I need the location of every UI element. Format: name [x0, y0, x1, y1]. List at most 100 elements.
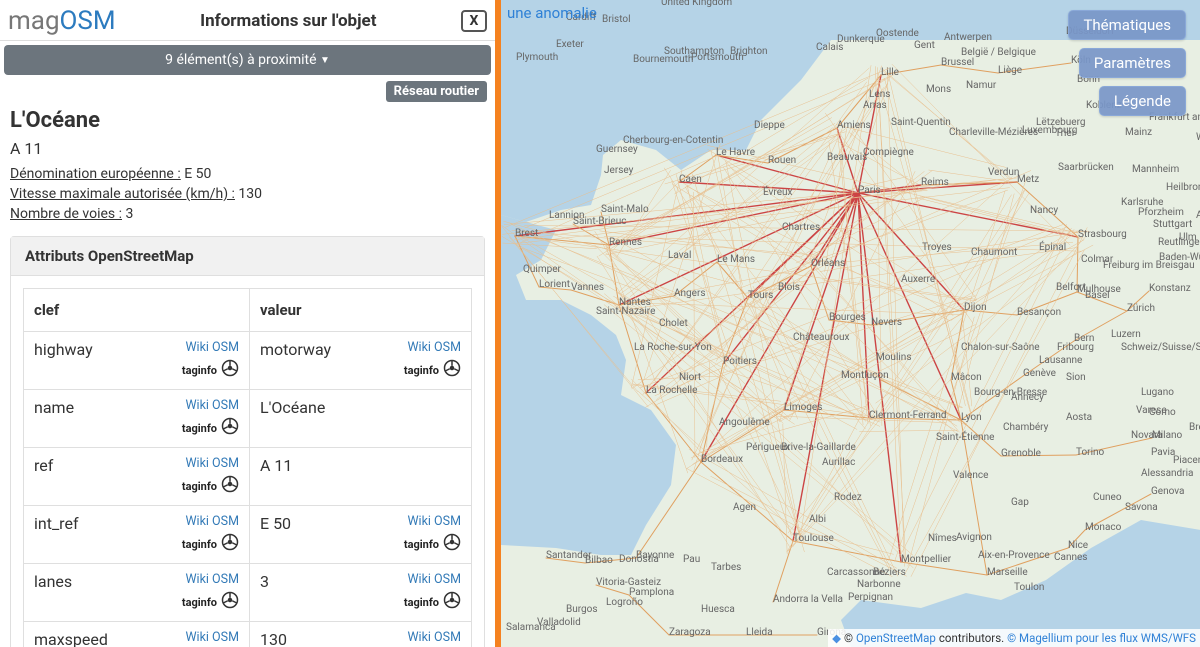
map-viewport[interactable]: ParisBordeauxToulouseNantesRennesBrestCa… [501, 0, 1200, 647]
city-label: Saint-Malo [601, 204, 649, 215]
table-row: ref Wiki OSM taginfo A 11 [24, 448, 472, 506]
city-label: Orléans [811, 258, 845, 269]
wiki-osm-link[interactable]: Wiki OSM [185, 398, 239, 413]
steering-wheel-icon[interactable] [221, 475, 239, 497]
city-label: Luzern [1111, 329, 1141, 340]
panel-content[interactable]: L'Océane A 11 Dénomination européenne : … [0, 108, 495, 647]
city-label: Mainz [1125, 127, 1152, 138]
city-label: Andorra la Vella [773, 594, 843, 605]
osm-link[interactable]: OpenStreetMap [856, 631, 936, 645]
steering-wheel-icon[interactable] [443, 533, 461, 555]
wiki-osm-link[interactable]: Wiki OSM [185, 340, 239, 355]
city-label: Calais [816, 42, 843, 53]
city-label: Laval [668, 250, 691, 261]
city-label: Rouen [768, 155, 796, 166]
city-label: Tours [748, 290, 773, 301]
steering-wheel-icon[interactable] [443, 359, 461, 381]
tag-key: ref [34, 456, 53, 475]
legend-button[interactable]: Légende [1099, 86, 1186, 116]
taginfo-link[interactable]: taginfo [182, 364, 217, 377]
wiki-osm-link[interactable]: Wiki OSM [185, 514, 239, 529]
taginfo-link[interactable]: taginfo [182, 596, 217, 609]
city-label: Évreux [763, 185, 793, 198]
city-label: Alessandria [1141, 468, 1193, 479]
city-label: Agen [733, 502, 756, 513]
card-header[interactable]: Attributs OpenStreetMap [11, 237, 484, 276]
city-label: Bordeaux [701, 454, 743, 465]
tag-value: A 11 [260, 456, 292, 475]
wiki-osm-link[interactable]: Wiki OSM [407, 340, 461, 355]
parameters-button[interactable]: Paramètres [1079, 48, 1186, 78]
taginfo-link[interactable]: taginfo [182, 422, 217, 435]
wiki-osm-link[interactable]: Wiki OSM [407, 514, 461, 529]
city-label: Torino [1076, 447, 1105, 458]
app-logo[interactable]: magOSM [8, 6, 116, 36]
tag-value: motorway [260, 340, 331, 359]
city-label: Montpellier [901, 554, 952, 565]
city-label: Grenoble [1001, 448, 1041, 459]
tag-key: lanes [34, 572, 72, 591]
city-label: Huesca [701, 604, 735, 615]
city-label: Marseille [987, 567, 1028, 578]
city-label: Lugano [1141, 387, 1174, 398]
themes-button[interactable]: Thématiques [1068, 10, 1186, 40]
object-title: L'Océane [10, 108, 485, 133]
city-label: Genève [1023, 368, 1056, 379]
nearby-dropdown[interactable]: 9 élément(s) à proximité ▼ [4, 45, 491, 75]
city-label: Angers [674, 288, 706, 299]
city-label: Gent [914, 40, 935, 51]
layer-badge: Réseau routier [386, 81, 487, 102]
city-label: Paris [858, 185, 881, 196]
wiki-osm-link[interactable]: Wiki OSM [185, 572, 239, 587]
wiki-osm-link[interactable]: Wiki OSM [407, 630, 461, 645]
city-label: Guernsey [596, 144, 638, 155]
anomaly-link[interactable]: une anomalie [507, 4, 597, 22]
city-label: Charleville-Mézières [949, 127, 1038, 138]
city-label: Metz [1017, 174, 1039, 185]
city-label: Chartres [782, 222, 820, 233]
steering-wheel-icon[interactable] [443, 591, 461, 613]
wiki-osm-link[interactable]: Wiki OSM [185, 630, 239, 645]
close-button[interactable]: X [461, 10, 487, 32]
city-label: Verdun [988, 167, 1019, 178]
city-label: United Kingdom [661, 0, 732, 8]
city-label: Mannheim [1132, 164, 1179, 175]
city-label: Fribourg [1057, 342, 1094, 353]
wiki-osm-link[interactable]: Wiki OSM [185, 456, 239, 471]
city-label: Donostia [619, 554, 659, 565]
city-label: Nevers [871, 317, 902, 328]
table-row: int_refWiki OSMtaginfoE 50Wiki OSMtaginf… [24, 506, 472, 564]
wiki-osm-link[interactable]: Wiki OSM [407, 572, 461, 587]
city-label: Antwerpen [944, 32, 992, 43]
steering-wheel-icon[interactable] [221, 591, 239, 613]
taginfo-link[interactable]: taginfo [404, 538, 439, 551]
taginfo-link[interactable]: taginfo [404, 596, 439, 609]
taginfo-link[interactable]: taginfo [182, 480, 217, 493]
city-label: Varese [1136, 405, 1167, 416]
city-label: België / Belgique [961, 47, 1036, 58]
city-label: Namur [966, 80, 997, 91]
city-label: Belfort [1056, 281, 1086, 293]
layer-badge-row: Réseau routier [0, 81, 495, 108]
steering-wheel-icon[interactable] [221, 533, 239, 555]
steering-wheel-icon[interactable] [221, 359, 239, 381]
city-label: Limoges [784, 402, 822, 413]
city-label: Genova [1151, 486, 1184, 497]
taginfo-link[interactable]: taginfo [404, 364, 439, 377]
city-label: Mâcon [951, 372, 982, 383]
table-row: lanesWiki OSMtaginfo3Wiki OSMtaginfo [24, 564, 472, 622]
steering-wheel-icon[interactable] [221, 417, 239, 439]
city-label: Brive-la-Gaillarde [781, 442, 856, 453]
city-label: Pavia [1151, 447, 1175, 458]
city-label: Pamplona [629, 587, 674, 598]
map-controls: Thématiques Paramètres Légende [1068, 10, 1186, 116]
tag-value: 130 [260, 630, 287, 647]
city-label: Béziers [873, 567, 906, 578]
taginfo-link[interactable]: taginfo [182, 538, 217, 551]
city-label: Brest [515, 228, 538, 239]
city-label: Würzburg [1196, 132, 1200, 143]
magellium-link[interactable]: © Magellium pour les flux WMS/WFS [1007, 631, 1196, 645]
city-label: Valladolid [537, 617, 581, 628]
city-label: Toulouse [793, 533, 834, 544]
city-label: Aix-en-Provence [978, 550, 1050, 561]
